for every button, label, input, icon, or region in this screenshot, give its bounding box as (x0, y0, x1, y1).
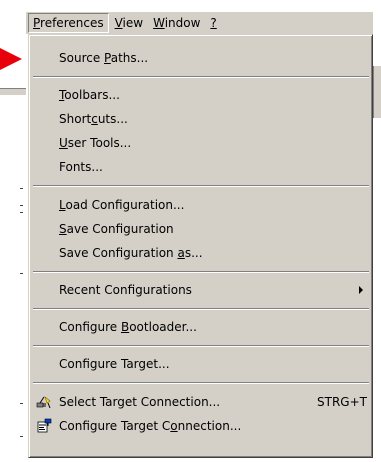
menu-separator (33, 308, 369, 310)
menuitem-label: Recent Configurations (59, 283, 192, 297)
background-mark (20, 436, 23, 437)
menuitem-save-configuration[interactable]: Save Configuration (32, 218, 369, 240)
menuitem-label: User Tools... (59, 136, 132, 150)
menuitem-label: Save Configuration as... (59, 246, 203, 260)
menuitem-configure-target-connection[interactable]: Configure Target Connection... (32, 415, 369, 437)
menuitem-save-configuration-as[interactable]: Save Configuration as... (32, 242, 369, 264)
pointer-arrow-icon (0, 48, 22, 70)
menuitem-label: Select Target Connection... (59, 395, 221, 409)
menuitem-fonts[interactable]: Fonts... (32, 156, 369, 178)
menu-separator (33, 345, 369, 347)
background-panel (373, 66, 381, 118)
menu-separator (33, 382, 369, 384)
menuitem-label: Configure Target... (59, 357, 170, 371)
menuitem-recent-configurations[interactable]: Recent Configurations (32, 279, 369, 301)
menuitem-label: Save Configuration (59, 222, 174, 236)
menu-separator (33, 185, 369, 187)
menuitem-select-target-connection[interactable]: Select Target Connection... STRG+T (32, 391, 369, 413)
preferences-dropdown: Source Paths... Toolbars... Shortcuts...… (28, 34, 373, 458)
background-mark (20, 212, 23, 213)
menu-view[interactable]: View (111, 14, 147, 32)
menu-separator (33, 271, 369, 273)
menuitem-label: Load Configuration... (59, 198, 185, 212)
submenu-arrow-icon (359, 286, 363, 294)
menuitem-configure-bootloader[interactable]: Configure Bootloader... (32, 316, 369, 338)
menuitem-source-paths[interactable]: Source Paths... (32, 47, 369, 69)
menuitem-configure-target[interactable]: Configure Target... (32, 353, 369, 375)
background-mark (20, 205, 23, 206)
menu-window[interactable]: Window (149, 14, 204, 32)
menuitem-load-configuration[interactable]: Load Configuration... (32, 194, 369, 216)
menuitem-label: Toolbars... (59, 88, 120, 102)
menuitem-label: Source Paths... (59, 51, 149, 65)
menubar: Preferences View Window ? (26, 12, 373, 34)
menu-preferences[interactable]: Preferences (28, 13, 109, 33)
menu-help[interactable]: ? (206, 14, 220, 32)
menuitem-label: Shortcuts... (59, 112, 128, 126)
menuitem-user-tools[interactable]: User Tools... (32, 132, 369, 154)
connection-settings-icon (36, 418, 52, 434)
background-toolbar (0, 88, 26, 95)
menuitem-label: Configure Bootloader... (59, 320, 197, 334)
menuitem-label: Fonts... (59, 160, 103, 174)
background-mark (20, 403, 23, 404)
menuitem-toolbars[interactable]: Toolbars... (32, 84, 369, 106)
shortcut-label: STRG+T (317, 395, 367, 409)
background-mark (20, 188, 23, 189)
background-window-right (373, 0, 381, 462)
background-mark (20, 273, 23, 274)
menu-separator (33, 76, 369, 78)
plug-connect-icon (36, 394, 52, 410)
menuitem-shortcuts[interactable]: Shortcuts... (32, 108, 369, 130)
menuitem-label: Configure Target Connection... (59, 419, 242, 433)
